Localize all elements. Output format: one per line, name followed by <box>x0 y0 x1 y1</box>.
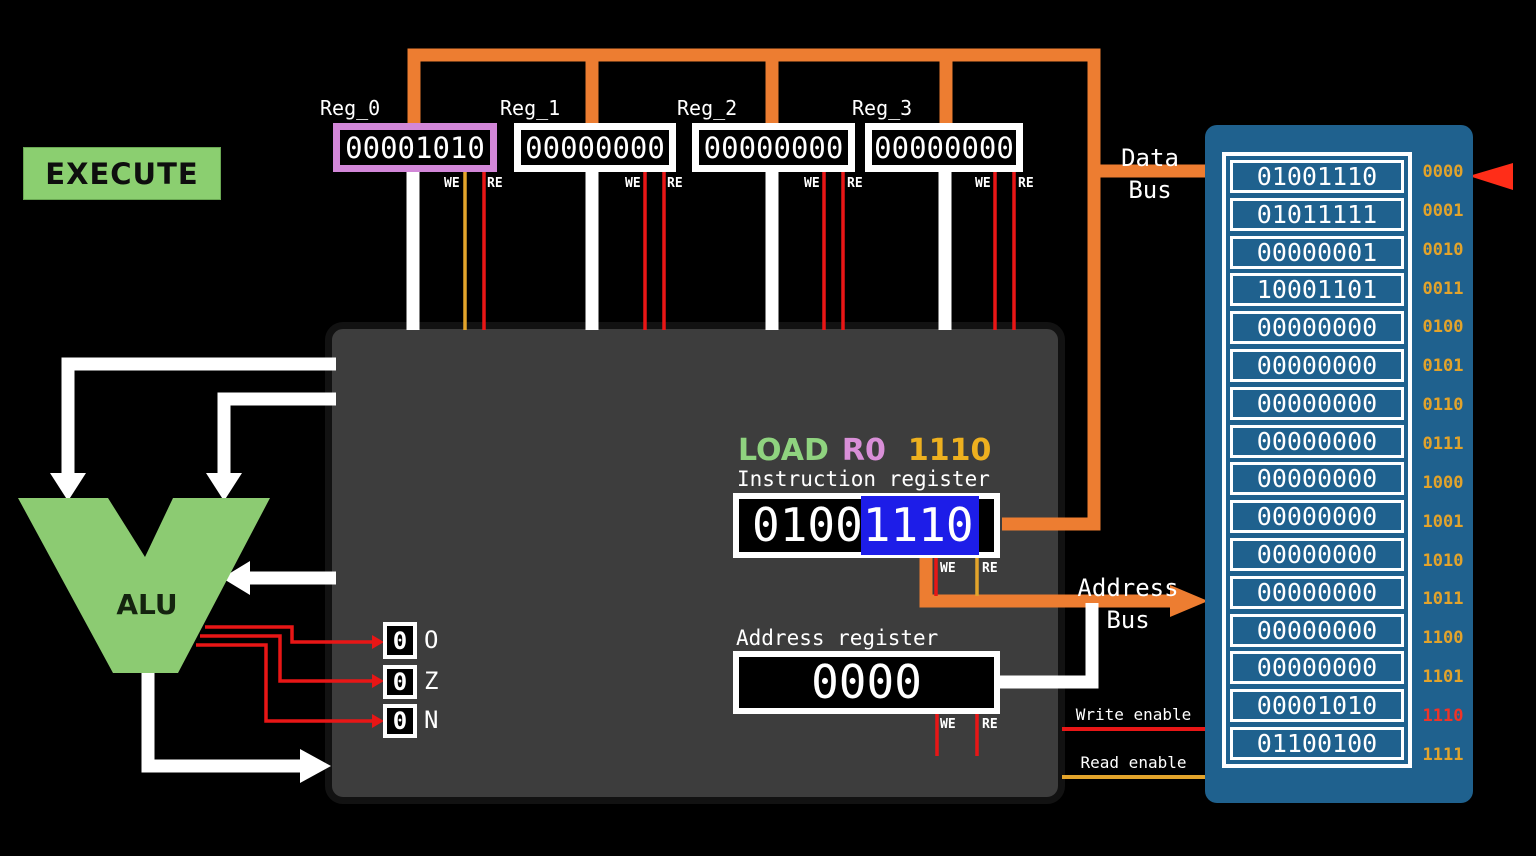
memory-cell: 00000000 <box>1230 651 1404 684</box>
address-register-box: 0000 <box>733 651 1000 714</box>
memory-address: 1101 <box>1420 661 1466 694</box>
reg1-we-label: WE <box>625 176 641 191</box>
flag-o-box: 0 <box>383 622 417 659</box>
memory-cell: 00000000 <box>1230 425 1404 458</box>
memory-address: 0001 <box>1420 195 1466 228</box>
instruction-register-operand: R0 <box>842 433 886 468</box>
memory-cell: 01100100 <box>1230 727 1404 760</box>
reg1-label: Reg_1 <box>500 96 560 120</box>
reg2-box: 00000000 <box>692 123 855 172</box>
address-register-value: 0000 <box>739 657 994 708</box>
flag-z-box: 0 <box>383 665 417 699</box>
memory-cell: 00000000 <box>1230 311 1404 344</box>
reg2-label: Reg_2 <box>677 96 737 120</box>
reg3-box: 00000000 <box>865 123 1023 172</box>
memory-address: 0010 <box>1420 234 1466 267</box>
flag-o-label: O <box>424 626 438 654</box>
data-bus-label-line2: Bus <box>1108 176 1192 204</box>
reg3-re-label: RE <box>1018 176 1034 191</box>
ir-re-label: RE <box>982 561 998 576</box>
flag-z-label: Z <box>424 667 438 695</box>
phase-badge: EXECUTE <box>23 147 221 200</box>
memory-addresses: 0000 0001 0010 0011 0100 0101 0110 0111 … <box>1420 152 1466 776</box>
memory-cell: 00000000 <box>1230 576 1404 609</box>
register-output-wires <box>413 168 945 330</box>
address-bus-label-line1: Address <box>1076 574 1180 602</box>
memory-cell: 00000000 <box>1230 349 1404 382</box>
ir-value-operand: 1110 <box>863 498 974 552</box>
memory-address: 1111 <box>1420 739 1466 772</box>
reg0-we-label: WE <box>444 176 460 191</box>
reg0-label: Reg_0 <box>320 96 380 120</box>
memory-cell: 00000000 <box>1230 614 1404 647</box>
reg2-we-label: WE <box>804 176 820 191</box>
cpu-simulator-canvas: EXECUTE Reg_0 00001010 WE RE Reg_1 00000… <box>0 0 1536 856</box>
instruction-register-box: 01001110 <box>733 493 1000 558</box>
memory-address: 1100 <box>1420 622 1466 655</box>
read-enable-label: Read enable <box>1062 753 1205 772</box>
memory-cell: 00000001 <box>1230 236 1404 269</box>
reg1-value: 00000000 <box>525 131 665 165</box>
memory-address: 0111 <box>1420 428 1466 461</box>
instruction-register-label: Instruction register <box>737 467 990 491</box>
memory-cell: 00000000 <box>1230 462 1404 495</box>
reg0-value: 00001010 <box>345 131 485 165</box>
memory-cell: 00001010 <box>1230 689 1404 722</box>
memory-address: 0011 <box>1420 273 1466 306</box>
instruction-register-value: 01001110 <box>752 499 974 552</box>
reg0-box: 00001010 <box>333 123 497 172</box>
memory-block: 01001110 01011111 00000001 10001101 0000… <box>1205 125 1473 803</box>
memory-cell: 01011111 <box>1230 198 1404 231</box>
reg2-re-label: RE <box>847 176 863 191</box>
data-bus-label-line1: Data <box>1108 144 1192 172</box>
flag-n-box: 0 <box>383 704 417 738</box>
memory-address: 0101 <box>1420 350 1466 383</box>
memory-pointer-icon <box>1469 163 1513 190</box>
memory-cell: 10001101 <box>1230 273 1404 306</box>
flag-n-label: N <box>424 706 438 734</box>
ar-re-label: RE <box>982 717 998 732</box>
memory-address-highlighted: 1110 <box>1420 700 1466 733</box>
reg1-box: 00000000 <box>514 123 676 172</box>
address-register-label: Address register <box>736 626 938 650</box>
instruction-address-operand: 1110 <box>908 433 992 468</box>
memory-cell: 00000000 <box>1230 500 1404 533</box>
memory-address: 1000 <box>1420 467 1466 500</box>
alu-label: ALU <box>112 588 182 621</box>
flag-wires <box>196 627 384 728</box>
ir-value-prefix: 0100 <box>752 498 863 552</box>
write-enable-label: Write enable <box>1062 705 1205 724</box>
memory-address: 1010 <box>1420 545 1466 578</box>
memory-address: 1011 <box>1420 583 1466 616</box>
memory-address: 0110 <box>1420 389 1466 422</box>
memory-cell: 01001110 <box>1230 160 1404 193</box>
decoded-instruction: LOAD R0 1110 <box>738 433 991 468</box>
memory-address: 0100 <box>1420 311 1466 344</box>
reg3-we-label: WE <box>975 176 991 191</box>
reg1-re-label: RE <box>667 176 683 191</box>
ar-we-label: WE <box>940 717 956 732</box>
memory-cell: 00000000 <box>1230 538 1404 571</box>
memory-address: 0000 <box>1420 156 1466 189</box>
reg3-value: 00000000 <box>874 131 1014 165</box>
reg0-re-label: RE <box>487 176 503 191</box>
memory-cells: 01001110 01011111 00000001 10001101 0000… <box>1222 152 1412 768</box>
address-bus-label-line2: Bus <box>1076 606 1180 634</box>
reg2-value: 00000000 <box>704 131 844 165</box>
ir-we-label: WE <box>940 561 956 576</box>
reg3-label: Reg_3 <box>852 96 912 120</box>
instruction-mnemonic: LOAD <box>738 433 829 468</box>
memory-cell: 00000000 <box>1230 387 1404 420</box>
memory-address: 1001 <box>1420 506 1466 539</box>
